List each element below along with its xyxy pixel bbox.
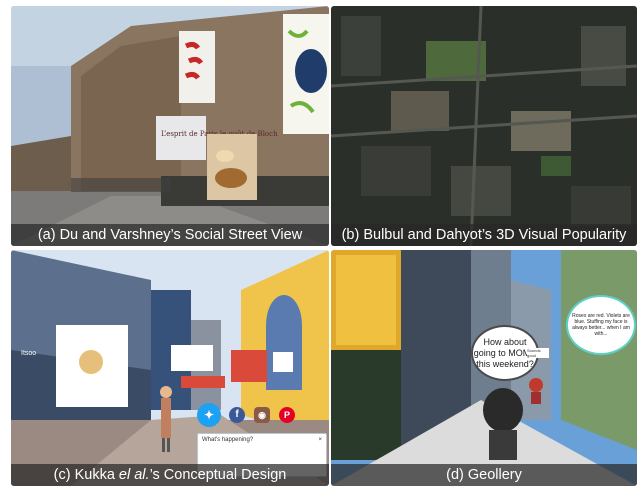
social-post-card-2	[171, 345, 213, 371]
caption-a: (a) Du and Varshney’s Social Street View	[11, 224, 329, 246]
panel-social-street-view: L’esprit de Paris le goût de Bloch (a) D…	[11, 6, 329, 246]
store-sign: Itsoo	[21, 350, 36, 357]
small-label: Sounds good	[527, 348, 549, 358]
twitter-icon[interactable]: ✦	[197, 403, 221, 427]
billboard-paris	[156, 116, 206, 160]
compose-prompt: What's happening?	[202, 437, 254, 443]
pinterest-icon[interactable]: P	[279, 407, 295, 423]
caption-d: (d) Geollery	[331, 464, 637, 486]
street-view-scene: L’esprit de Paris le goût de Bloch	[11, 6, 329, 246]
speech-bubble-poem: Roses are red. Violets are blue. Stuffin…	[566, 295, 636, 355]
facebook-icon[interactable]: f	[229, 407, 245, 423]
panel-geollery: How about going to MOMA this weekend? Ro…	[331, 250, 637, 486]
artwork-card	[231, 350, 267, 382]
panel-conceptual-design: Itsoo ✦ f ◉ P What's happening? × (c) Ku…	[11, 250, 329, 486]
panel-3d-visual-popularity: (b) Bulbul and Dahyot’s 3D Visual Popula…	[331, 6, 637, 246]
close-icon[interactable]: ×	[318, 437, 322, 443]
aerial-city-scene	[331, 6, 637, 246]
photo-food	[207, 134, 257, 200]
instagram-icon[interactable]: ◉	[254, 407, 270, 423]
caption-c: (c) Kukka el al.’s Conceptual Design	[11, 464, 329, 486]
poster-red-leaves	[179, 31, 215, 103]
caption-b: (b) Bulbul and Dahyot’s 3D Visual Popula…	[331, 224, 637, 246]
figure-grid: L’esprit de Paris le goût de Bloch (a) D…	[0, 0, 642, 489]
